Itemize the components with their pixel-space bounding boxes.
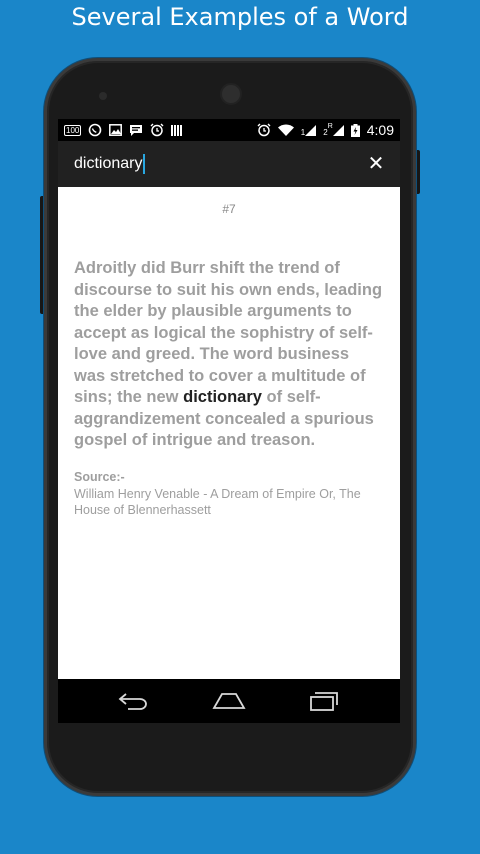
- signal-1-icon: 1: [301, 123, 317, 137]
- barcode-icon: [171, 123, 184, 137]
- status-system-icons: 1 2 R 4:09: [257, 122, 394, 138]
- recents-icon[interactable]: [304, 686, 344, 716]
- example-counter: #7: [222, 202, 236, 216]
- status-notification-icons: 100: [64, 123, 184, 137]
- signal-2-roaming-icon: 2 R: [323, 123, 344, 137]
- search-input-value: dictionary: [74, 155, 143, 172]
- navigation-bar: [58, 679, 400, 723]
- home-icon[interactable]: [209, 686, 249, 716]
- page-headline: Several Examples of a Word: [71, 3, 409, 31]
- status-bar: 100 1 2 R 4:09: [58, 119, 400, 141]
- phone-screen: 100 1 2 R 4:09 dictionary ✕ #7 Adroitly …: [58, 119, 400, 723]
- front-camera: [220, 83, 242, 105]
- alarm-icon: [257, 123, 271, 137]
- highlighted-word: dictionary: [183, 388, 262, 406]
- wifi-icon: [277, 123, 294, 137]
- search-input[interactable]: dictionary: [74, 154, 146, 174]
- whatsapp-icon: [88, 123, 102, 137]
- gallery-icon: [109, 123, 123, 137]
- text-cursor: [143, 154, 146, 174]
- search-bar: dictionary ✕: [58, 141, 400, 187]
- source-label: Source:-: [74, 469, 125, 484]
- back-icon[interactable]: [114, 686, 154, 716]
- quote-text-before: Adroitly did Burr shift the trend of dis…: [74, 259, 383, 406]
- alarm-icon: [150, 123, 164, 137]
- close-icon[interactable]: ✕: [366, 154, 386, 174]
- chat-icon: [129, 123, 143, 137]
- source-text: William Henry Venable - A Dream of Empir…: [74, 486, 361, 517]
- status-time: 4:09: [366, 122, 394, 138]
- example-card: #7 Adroitly did Burr shift the trend of …: [58, 202, 400, 518]
- battery-100-icon: 100: [64, 124, 82, 136]
- battery-charging-icon: [350, 123, 360, 137]
- example-quote: Adroitly did Burr shift the trend of dis…: [74, 258, 384, 452]
- earpiece-speaker: [99, 92, 107, 100]
